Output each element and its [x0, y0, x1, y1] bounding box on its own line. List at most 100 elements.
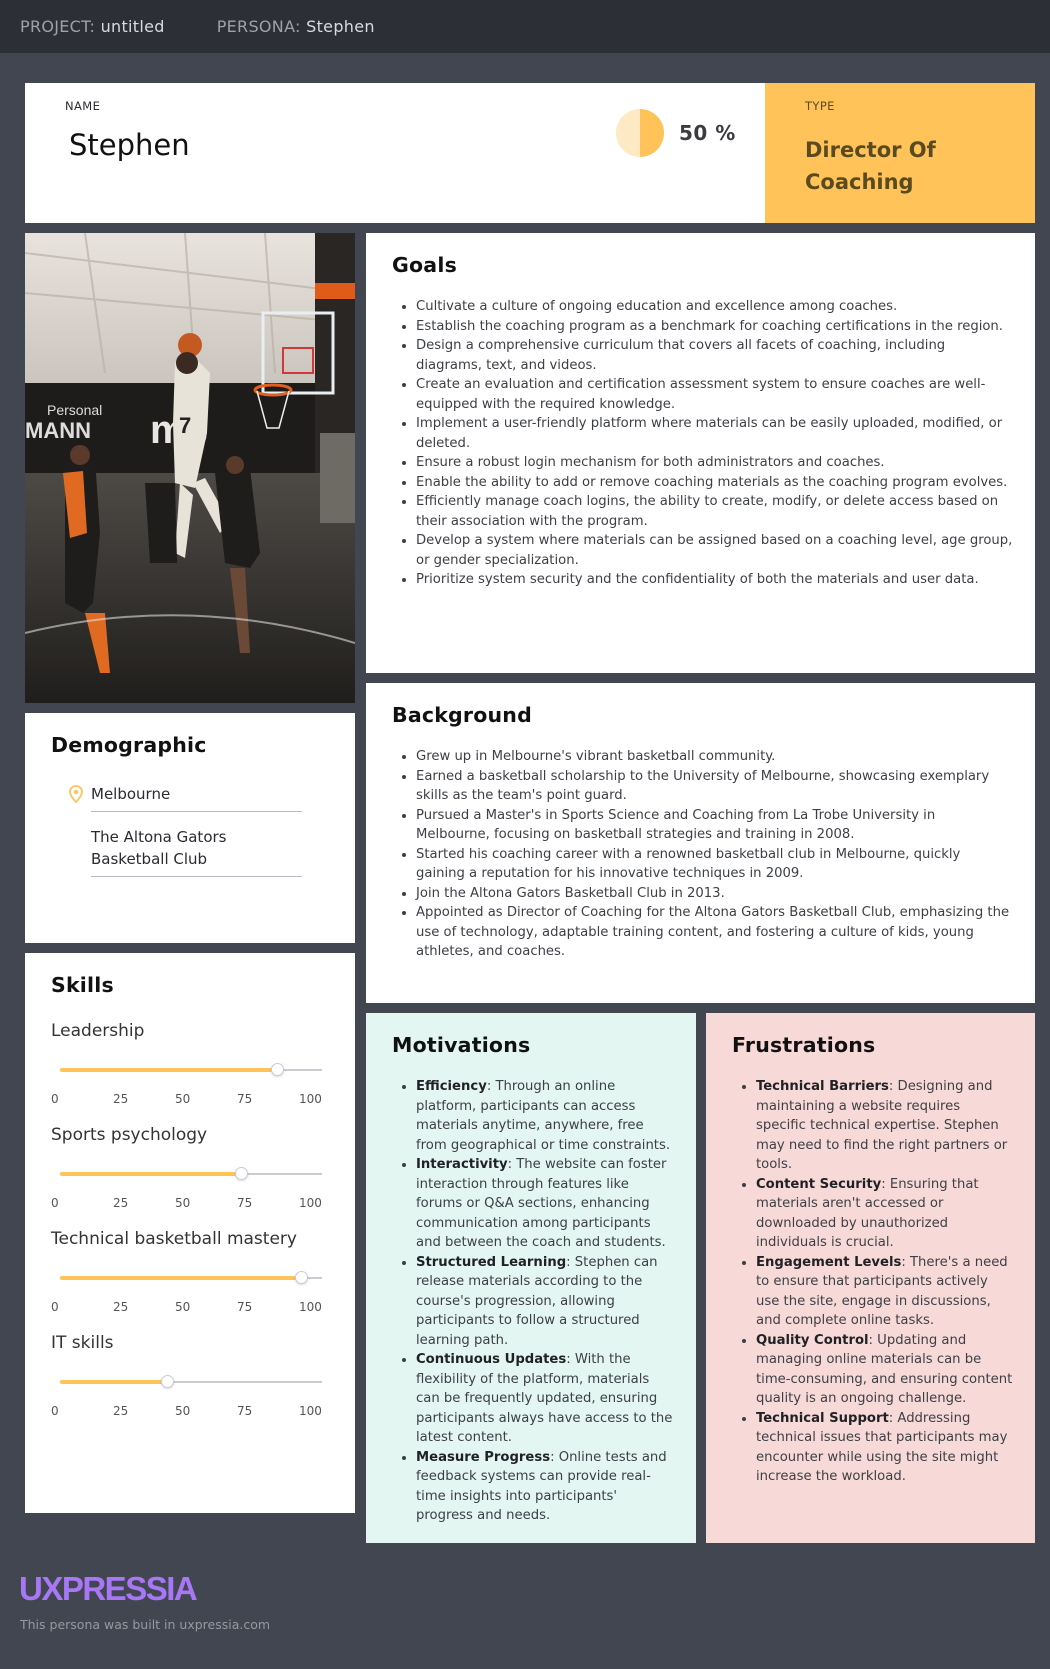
- list-item[interactable]: Quality Control: Updating and managing o…: [732, 1331, 1013, 1409]
- demographic-location[interactable]: Melbourne: [91, 783, 302, 812]
- skill-item: Leadership 0 25 50 75 100: [51, 1021, 335, 1106]
- frustrations-list: Technical Barriers: Designing and mainta…: [732, 1077, 1013, 1487]
- skill-slider-handle[interactable]: [161, 1375, 175, 1388]
- persona-indicator[interactable]: PERSONA: Stephen: [217, 17, 375, 36]
- completion-pie-icon: [616, 109, 664, 157]
- list-item[interactable]: Ensure a robust login mechanism for both…: [392, 453, 1013, 473]
- photo-jersey-number: 7: [179, 413, 191, 438]
- list-item[interactable]: Cultivate a culture of ongoing education…: [392, 297, 1013, 317]
- skills-title: Skills: [51, 973, 114, 997]
- list-item[interactable]: Structured Learning: Stephen can release…: [392, 1253, 674, 1351]
- demographic-title: Demographic: [51, 733, 207, 757]
- list-item[interactable]: Technical Support: Addressing technical …: [732, 1409, 1013, 1487]
- item-term: Technical Support: [756, 1410, 889, 1426]
- skill-slider-fill: [60, 1380, 168, 1384]
- skill-name: Sports psychology: [51, 1125, 208, 1145]
- skill-scale: 0 25 50 75 100: [51, 1092, 335, 1106]
- list-item[interactable]: Continuous Updates: With the flexibility…: [392, 1350, 674, 1448]
- list-item[interactable]: Content Security: Ensuring that material…: [732, 1175, 1013, 1253]
- skills-card: Skills Leadership 0 25 50 75 100 Sports psycho…: [25, 953, 355, 1513]
- completion-indicator: 50 %: [615, 108, 736, 158]
- item-term: Content Security: [756, 1176, 882, 1192]
- list-item[interactable]: Engagement Levels: There's a need to ens…: [732, 1253, 1013, 1331]
- list-item[interactable]: Started his coaching career with a renow…: [392, 845, 1013, 884]
- scale-tick-label: 75: [237, 1404, 253, 1418]
- skill-slider[interactable]: [60, 1063, 322, 1076]
- scale-tick-label: 100: [299, 1196, 322, 1210]
- skill-item: Technical basketball mastery 0 25 50 75 100: [51, 1229, 335, 1314]
- list-item[interactable]: Grew up in Melbourne's vibrant basketbal…: [392, 747, 1013, 767]
- skill-slider-fill: [60, 1172, 241, 1176]
- item-term: Continuous Updates: [416, 1352, 567, 1367]
- skill-name: Leadership: [51, 1021, 145, 1041]
- project-indicator[interactable]: PROJECT: untitled: [20, 17, 165, 36]
- completion-percent: 50 %: [679, 121, 736, 145]
- list-item[interactable]: Establish the coaching program as a benc…: [392, 317, 1013, 337]
- list-item[interactable]: Enable the ability to add or remove coac…: [392, 473, 1013, 493]
- project-label: PROJECT:: [20, 17, 96, 36]
- item-term: Interactivity: [416, 1157, 508, 1172]
- skill-slider[interactable]: [60, 1271, 322, 1284]
- scale-tick-label: 100: [299, 1092, 322, 1106]
- basketball-photo-image: Personal MANN ms 7: [25, 233, 355, 703]
- scale-tick-label: 0: [51, 1300, 59, 1314]
- skill-slider-handle[interactable]: [295, 1271, 309, 1284]
- list-item[interactable]: Appointed as Director of Coaching for th…: [392, 903, 1013, 962]
- persona-name[interactable]: Stephen: [69, 128, 190, 162]
- scale-tick-label: 50: [175, 1300, 191, 1314]
- skill-item: IT skills 0 25 50 75 100: [51, 1333, 335, 1418]
- skill-item: Sports psychology 0 25 50 75 100: [51, 1125, 335, 1210]
- project-value: untitled: [100, 17, 165, 36]
- item-term: Structured Learning: [416, 1254, 567, 1270]
- item-term: Efficiency: [416, 1079, 487, 1094]
- list-item[interactable]: Design a comprehensive curriculum that c…: [392, 336, 1013, 375]
- skill-slider[interactable]: [60, 1167, 322, 1180]
- persona-photo[interactable]: Personal MANN ms 7: [25, 233, 355, 703]
- skill-scale: 0 25 50 75 100: [51, 1196, 335, 1210]
- scale-tick-label: 50: [175, 1196, 191, 1210]
- photo-banner-text-2: MANN: [25, 418, 91, 443]
- scale-tick-label: 50: [175, 1404, 191, 1418]
- persona-label: PERSONA:: [216, 17, 301, 36]
- item-term: Quality Control: [756, 1332, 869, 1348]
- list-item[interactable]: Prioritize system security and the confi…: [392, 570, 1013, 590]
- scale-tick-label: 0: [51, 1196, 59, 1210]
- list-item[interactable]: Develop a system where materials can be …: [392, 531, 1013, 570]
- brand-note[interactable]: This persona was built in uxpressia.com: [20, 1617, 270, 1632]
- skill-slider-handle[interactable]: [234, 1167, 248, 1180]
- type-value[interactable]: Director Of Coaching: [805, 134, 1015, 198]
- skill-slider-handle[interactable]: [271, 1063, 285, 1076]
- list-item[interactable]: Earned a basketball scholarship to the U…: [392, 767, 1013, 806]
- list-item[interactable]: Interactivity: The website can foster in…: [392, 1155, 674, 1253]
- list-item[interactable]: Implement a user-friendly platform where…: [392, 414, 1013, 453]
- motivations-card: Motivations Efficiency: Through an onlin…: [366, 1013, 696, 1543]
- list-item[interactable]: Efficiently manage coach logins, the abi…: [392, 492, 1013, 531]
- skill-slider-fill: [60, 1276, 302, 1280]
- goals-list: Cultivate a culture of ongoing education…: [392, 297, 1013, 590]
- top-bar: PROJECT: untitled PERSONA: Stephen: [0, 0, 1050, 53]
- demographic-organization[interactable]: The Altona Gators Basketball Club: [91, 826, 302, 877]
- scale-tick-label: 50: [175, 1092, 191, 1106]
- skill-scale: 0 25 50 75 100: [51, 1300, 335, 1314]
- list-item[interactable]: Create an evaluation and certification a…: [392, 375, 1013, 414]
- skill-slider[interactable]: [60, 1375, 322, 1388]
- frustrations-title: Frustrations: [732, 1033, 876, 1057]
- name-label: NAME: [65, 99, 101, 113]
- background-card: Background Grew up in Melbourne's vibran…: [366, 683, 1035, 1003]
- item-term: Technical Barriers: [756, 1079, 889, 1094]
- scale-tick-label: 0: [51, 1404, 59, 1418]
- type-label: TYPE: [805, 99, 835, 113]
- list-item[interactable]: Join the Altona Gators Basketball Club i…: [392, 884, 1013, 904]
- item-term: Engagement Levels: [756, 1254, 902, 1270]
- skill-scale: 0 25 50 75 100: [51, 1404, 335, 1418]
- list-item[interactable]: Efficiency: Through an online platform, …: [392, 1077, 674, 1155]
- scale-tick-label: 0: [51, 1092, 59, 1106]
- brand-logo[interactable]: UXPRESSIA: [19, 1570, 198, 1608]
- scale-tick-label: 25: [113, 1092, 129, 1106]
- scale-tick-label: 25: [113, 1300, 129, 1314]
- scale-tick-label: 25: [113, 1404, 129, 1418]
- list-item[interactable]: Measure Progress: Online tests and feedb…: [392, 1448, 674, 1526]
- list-item[interactable]: Pursued a Master's in Sports Science and…: [392, 806, 1013, 845]
- scale-tick-label: 25: [113, 1196, 129, 1210]
- list-item[interactable]: Technical Barriers: Designing and mainta…: [732, 1077, 1013, 1175]
